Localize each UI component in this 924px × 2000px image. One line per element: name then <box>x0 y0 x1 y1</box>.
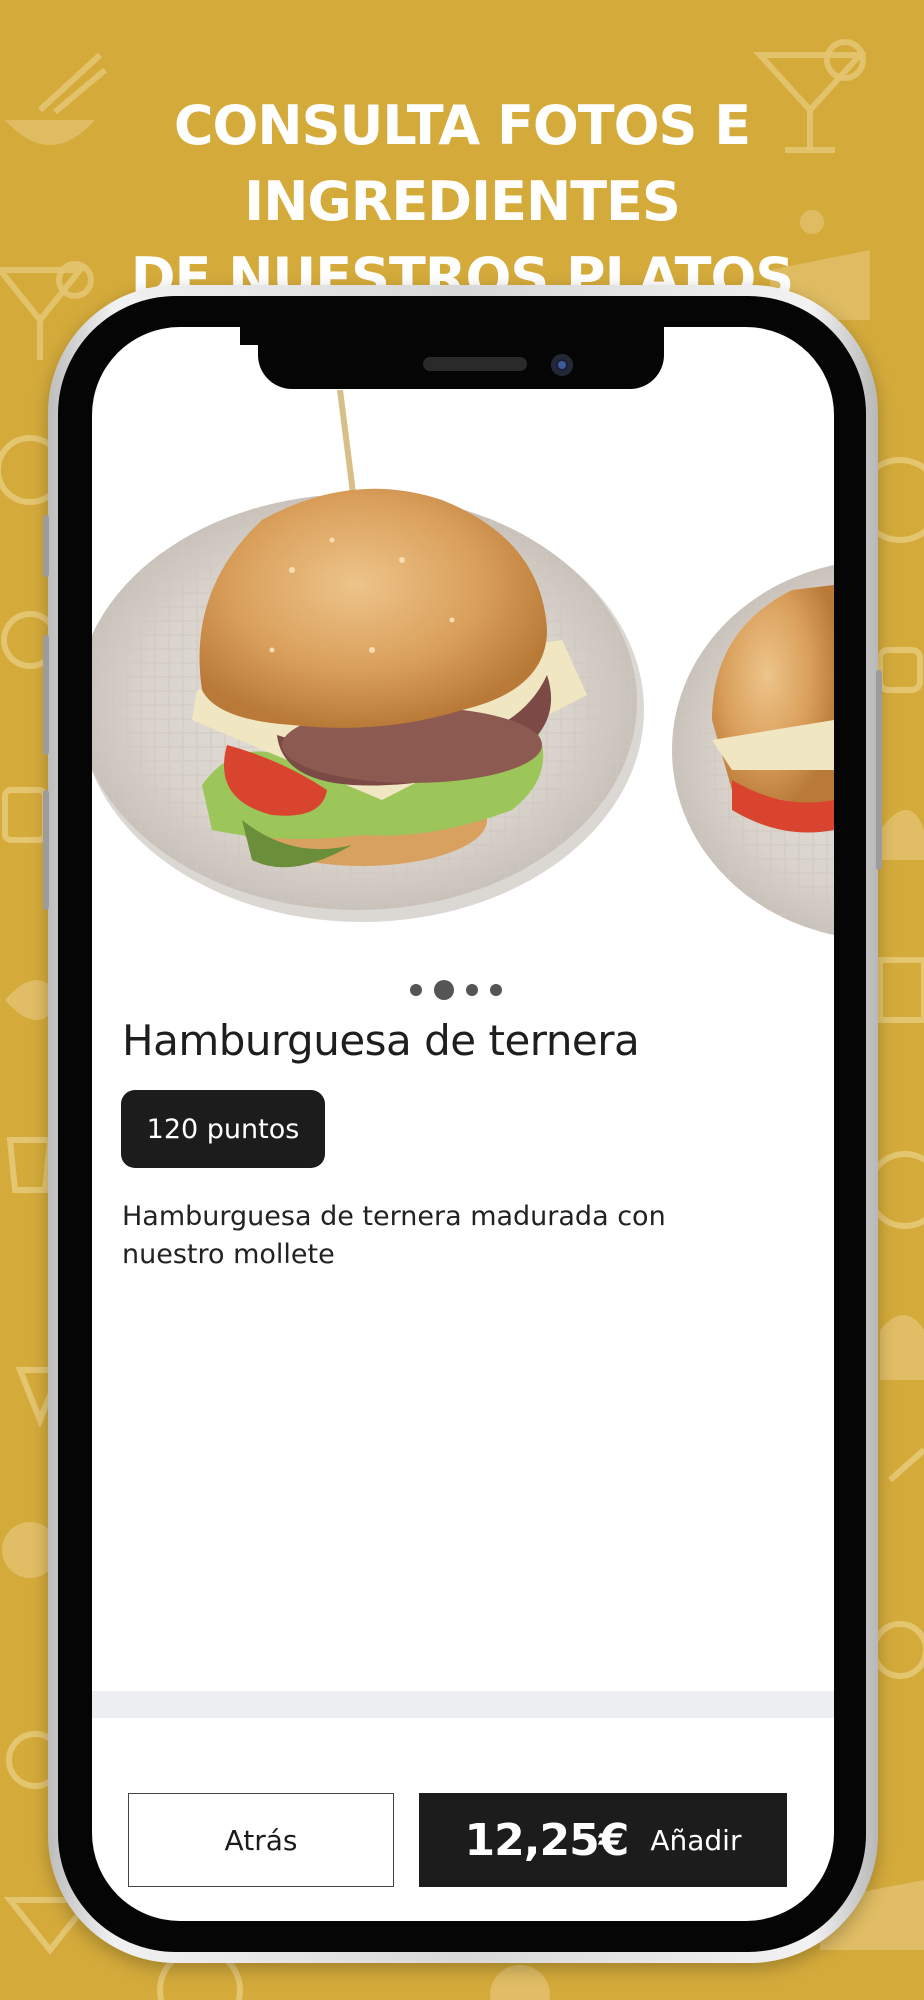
points-badge: 120 puntos <box>121 1090 325 1168</box>
promo-headline: CONSULTA FOTOS E INGREDIENTES DE NUESTRO… <box>0 88 924 316</box>
dish-price: 12,25€ <box>464 1814 630 1866</box>
dish-title: Hamburguesa de ternera <box>122 1016 640 1065</box>
carousel-dot[interactable] <box>410 984 422 996</box>
back-button[interactable]: Atrás <box>128 1793 394 1887</box>
cup-icon <box>877 647 923 693</box>
coffee-icon <box>877 957 924 1023</box>
footer-divider <box>92 1691 834 1718</box>
add-to-order-button[interactable]: 12,25€ Añadir <box>419 1793 787 1887</box>
power-button <box>876 670 882 870</box>
volume-down-button <box>43 790 49 910</box>
drink-icon <box>2 787 48 843</box>
icecream-icon <box>880 1315 924 1380</box>
burger-photo <box>92 390 834 935</box>
fish-icon <box>6 1137 54 1193</box>
promo-headline-line1: CONSULTA FOTOS E INGREDIENTES <box>173 94 751 233</box>
front-camera <box>551 354 573 376</box>
carousel-dot[interactable] <box>490 984 502 996</box>
fork-icon <box>888 1447 924 1483</box>
earpiece-speaker <box>423 357 527 371</box>
dessert-icon <box>880 810 924 860</box>
grape-icon <box>871 1621 924 1679</box>
dish-description: Hamburguesa de ternera madurada con nues… <box>122 1201 666 1270</box>
dish-image-carousel[interactable] <box>92 390 834 950</box>
grapes-bottom-icon <box>490 1965 550 2000</box>
mute-switch <box>43 515 49 577</box>
carousel-dot[interactable] <box>466 984 478 996</box>
notch-corner-left <box>240 327 258 345</box>
carousel-pagination <box>410 980 502 1000</box>
carousel-dot-active[interactable] <box>434 980 454 1000</box>
add-button-label: Añadir <box>650 1823 742 1857</box>
volume-up-button <box>43 635 49 755</box>
